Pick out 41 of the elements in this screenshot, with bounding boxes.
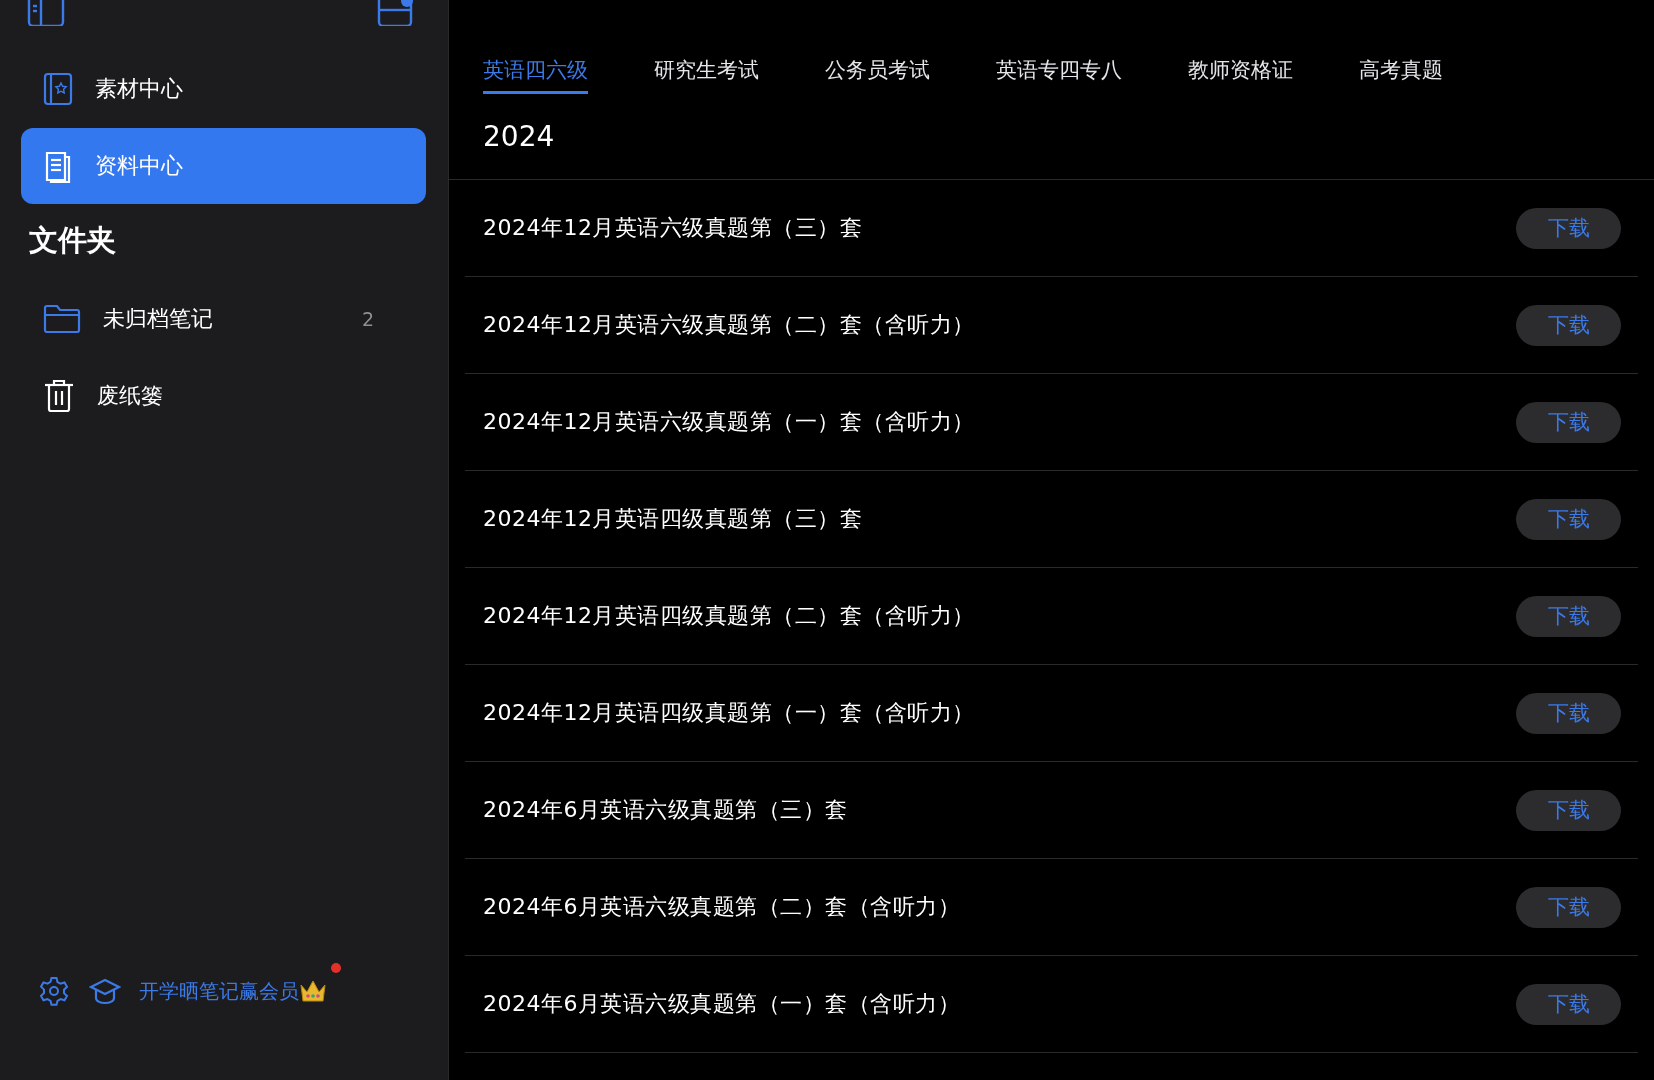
document-title: 2024年12月英语四级真题第（一）套（含听力） xyxy=(483,699,975,727)
section-title: 2024 xyxy=(449,98,1654,180)
note-count: 2 xyxy=(361,308,374,330)
document-title: 2024年6月英语六级真题第（三）套 xyxy=(483,796,848,824)
download-button[interactable]: 下载 xyxy=(1516,304,1621,346)
tab[interactable]: 英语专四专八 xyxy=(996,56,1122,94)
promo-link[interactable]: 开学晒笔记赢会员 xyxy=(139,977,299,1005)
document-title: 2024年12月英语六级真题第（二）套（含听力） xyxy=(483,311,975,339)
folder-item[interactable]: 废纸篓 xyxy=(21,358,426,434)
download-button[interactable]: 下载 xyxy=(1516,207,1621,249)
tab[interactable]: 高考真题 xyxy=(1359,56,1443,94)
section-heading: 文件夹 xyxy=(28,222,117,259)
document-title: 2024年6月英语六级真题第（一）套（含听力） xyxy=(483,990,961,1018)
download-button[interactable]: 下载 xyxy=(1516,401,1621,443)
folder-item[interactable]: 未归档笔记 2 xyxy=(21,281,426,357)
tab[interactable]: 英语四六级 xyxy=(483,56,588,94)
document-title: 2024年6月英语六级真题第（二）套（含听力） xyxy=(483,893,961,921)
document-icon xyxy=(43,149,73,183)
download-button[interactable]: 下载 xyxy=(1516,789,1621,831)
download-button[interactable]: 下载 xyxy=(1516,692,1621,734)
document-title: 2024年12月英语六级真题第（一）套（含听力） xyxy=(483,408,975,436)
download-button[interactable]: 下载 xyxy=(1516,498,1621,540)
folder-icon xyxy=(43,304,81,334)
new-note-icon[interactable] xyxy=(376,0,414,26)
graduation-cap-icon[interactable] xyxy=(89,977,121,1005)
sidebar-toggle-icon[interactable] xyxy=(27,0,65,26)
settings-icon[interactable] xyxy=(39,976,69,1006)
trash-icon xyxy=(43,379,75,413)
tab[interactable]: 公务员考试 xyxy=(825,56,930,94)
document-title: 2024年12月英语四级真题第（二）套（含听力） xyxy=(483,602,975,630)
star-book-icon xyxy=(43,72,73,106)
sidebar-item[interactable]: 素材中心 xyxy=(21,51,426,127)
tab[interactable]: 研究生考试 xyxy=(654,56,759,94)
download-button[interactable]: 下载 xyxy=(1516,886,1621,928)
document-title: 2024年12月英语六级真题第（三）套 xyxy=(483,214,863,242)
tab[interactable]: 教师资格证 xyxy=(1188,56,1293,94)
sidebar-item[interactable]: 资料中心 xyxy=(21,128,426,204)
download-button[interactable]: 下载 xyxy=(1516,983,1621,1025)
crown-icon xyxy=(299,979,327,1003)
download-button[interactable]: 下载 xyxy=(1516,595,1621,637)
document-title: 2024年12月英语四级真题第（三）套 xyxy=(483,505,863,533)
